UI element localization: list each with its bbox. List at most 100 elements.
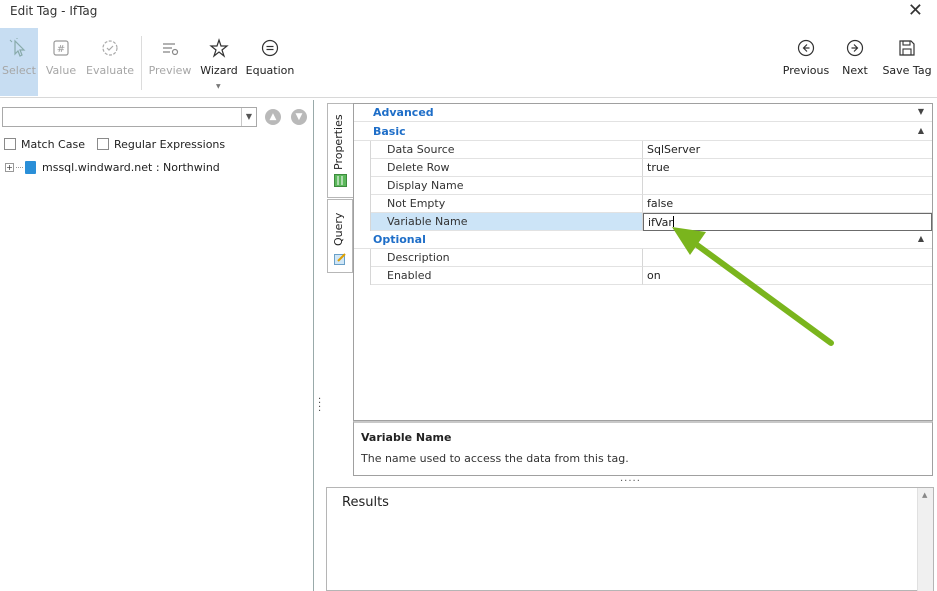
arrow-left-circle-icon <box>797 39 815 57</box>
preview-label: Preview <box>148 64 192 77</box>
category-basic[interactable]: Basic ▲ <box>354 123 932 141</box>
equation-label: Equation <box>245 64 295 77</box>
regex-box[interactable] <box>97 138 109 150</box>
value-button[interactable]: # Value <box>42 28 80 96</box>
variable-name-value: ifVar <box>648 216 673 229</box>
regex-checkbox[interactable]: Regular Expressions <box>97 137 225 151</box>
horizontal-splitter-handle[interactable]: ····· <box>620 476 641 487</box>
match-case-label: Match Case <box>21 137 85 151</box>
property-row-variable-name[interactable]: Variable Name ifVar <box>354 213 932 231</box>
chevron-down-icon[interactable]: ▼ <box>241 108 256 126</box>
evaluate-label: Evaluate <box>86 64 135 77</box>
category-advanced[interactable]: Advanced ▼ <box>354 104 932 122</box>
property-row-display-name[interactable]: Display Name <box>354 177 932 195</box>
property-value[interactable]: false <box>643 195 932 213</box>
tab-properties-label: Properties <box>332 114 345 170</box>
preview-list-icon <box>163 43 179 56</box>
window-title: Edit Tag - IfTag <box>10 4 98 18</box>
text-caret <box>672 216 674 227</box>
property-row-description[interactable]: Description <box>354 249 932 267</box>
wizard-button[interactable]: Wizard ▼ <box>198 28 240 96</box>
save-disk-icon <box>899 40 915 56</box>
tab-properties[interactable]: Properties <box>327 103 353 198</box>
expand-icon[interactable]: + <box>5 163 14 172</box>
svg-text:#: # <box>57 44 65 55</box>
next-label: Next <box>842 64 868 77</box>
regex-label: Regular Expressions <box>114 137 226 151</box>
next-button[interactable]: Next <box>838 28 872 96</box>
category-advanced-label: Advanced <box>373 106 434 119</box>
preview-button[interactable]: Preview <box>148 28 192 96</box>
side-tabs: Properties Query <box>326 103 353 423</box>
property-name: Variable Name <box>371 213 643 231</box>
results-label: Results <box>342 495 389 510</box>
save-tag-button[interactable]: Save Tag <box>880 28 934 96</box>
property-name: Description <box>371 249 643 267</box>
wizard-label: Wizard <box>200 64 238 77</box>
hash-icon: # <box>53 40 69 56</box>
search-combobox[interactable]: ▼ <box>2 107 257 127</box>
match-case-checkbox[interactable]: Match Case <box>4 137 85 151</box>
tab-query-label: Query <box>332 212 345 246</box>
database-icon <box>25 161 36 174</box>
check-badge-icon <box>102 40 118 56</box>
ribbon-separator <box>141 36 142 90</box>
search-down-icon[interactable]: ▼ <box>291 109 307 125</box>
arrow-right-circle-icon <box>846 39 864 57</box>
data-source-panel: ▼ ▲ ▼ Match Case Regular Expressions + m… <box>0 100 314 591</box>
title-bar: Edit Tag - IfTag ✕ <box>0 0 937 26</box>
equation-button[interactable]: Equation <box>244 28 296 96</box>
collapse-up-icon[interactable]: ▲ <box>918 126 924 135</box>
description-title: Variable Name <box>361 431 452 444</box>
vertical-splitter-handle[interactable]: · · · · <box>318 395 322 417</box>
previous-button[interactable]: Previous <box>781 28 831 96</box>
property-value[interactable]: true <box>643 159 932 177</box>
property-value[interactable] <box>643 249 932 267</box>
property-value[interactable]: on <box>643 267 932 285</box>
tab-query[interactable]: Query <box>327 199 353 273</box>
property-row-enabled[interactable]: Enabled on <box>354 267 932 285</box>
equation-icon <box>261 39 279 57</box>
property-name: Data Source <box>371 141 643 159</box>
tree-item-label: mssql.windward.net : Northwind <box>42 161 220 174</box>
wizard-dropdown-icon[interactable]: ▼ <box>216 83 221 90</box>
collapse-down-icon[interactable]: ▼ <box>918 107 924 116</box>
variable-name-editor[interactable]: ifVar <box>643 213 932 231</box>
match-case-box[interactable] <box>4 138 16 150</box>
results-panel: Results ▲ <box>326 487 934 591</box>
select-label: Select <box>2 64 36 77</box>
tree-connector <box>16 167 23 168</box>
save-tag-label: Save Tag <box>882 64 932 77</box>
property-description-panel: Variable Name The name used to access th… <box>353 421 933 476</box>
property-name: Display Name <box>371 177 643 195</box>
value-label: Value <box>45 64 77 77</box>
property-row-delete-row[interactable]: Delete Row true <box>354 159 932 177</box>
close-icon[interactable]: ✕ <box>908 0 923 21</box>
property-name: Not Empty <box>371 195 643 213</box>
property-name: Delete Row <box>371 159 643 177</box>
select-button[interactable]: Select <box>0 28 38 96</box>
results-scrollbar[interactable]: ▲ <box>917 488 933 591</box>
property-row-not-empty[interactable]: Not Empty false <box>354 195 932 213</box>
tree-item-datasource[interactable]: + mssql.windward.net : Northwind <box>5 161 220 174</box>
search-input[interactable] <box>3 108 239 126</box>
description-text: The name used to access the data from th… <box>361 452 629 465</box>
category-optional[interactable]: Optional ▲ <box>354 231 932 249</box>
property-row-data-source[interactable]: Data Source SqlServer <box>354 141 932 159</box>
category-basic-label: Basic <box>373 125 406 138</box>
collapse-up-icon[interactable]: ▲ <box>918 234 924 243</box>
property-value[interactable]: SqlServer <box>643 141 932 159</box>
property-value[interactable] <box>643 177 932 195</box>
property-grid: Advanced ▼ Basic ▲ Data Source SqlServer… <box>353 103 933 421</box>
scroll-up-icon[interactable]: ▲ <box>922 491 927 499</box>
property-name: Enabled <box>371 267 643 285</box>
category-optional-label: Optional <box>373 233 426 246</box>
previous-label: Previous <box>782 64 830 77</box>
query-icon <box>334 253 346 265</box>
search-up-icon[interactable]: ▲ <box>265 109 281 125</box>
cursor-icon <box>9 38 26 57</box>
properties-icon <box>334 174 347 187</box>
evaluate-button[interactable]: Evaluate <box>86 28 134 96</box>
ribbon-toolbar: Select # Value Evaluate Preview Wizard ▼… <box>0 28 937 98</box>
wizard-star-icon <box>209 38 229 58</box>
